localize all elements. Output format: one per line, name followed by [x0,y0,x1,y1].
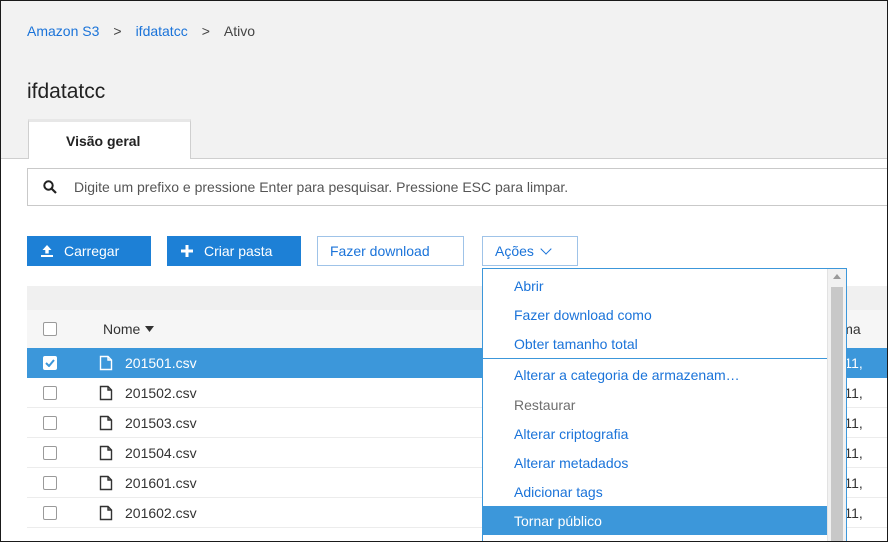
name-column-header[interactable]: Nome [103,321,140,337]
file-name[interactable]: 201502.csv [125,385,197,401]
row-checkbox[interactable] [43,356,57,370]
scrollbar-thumb[interactable] [831,287,843,541]
menu-item-change-encryption[interactable]: Alterar criptografia [483,419,828,448]
search-input[interactable] [72,178,887,196]
menu-item-make-public[interactable]: Tornar público [483,506,828,535]
file-name[interactable]: 201601.csv [125,475,197,491]
download-button[interactable]: Fazer download [317,236,464,266]
file-name[interactable]: 201503.csv [125,415,197,431]
breadcrumb: Amazon S3 > ifdatatcc > Ativo [27,23,255,39]
breadcrumb-current: Ativo [223,23,256,39]
create-folder-label: Criar pasta [204,243,273,259]
row-checkbox[interactable] [43,415,57,430]
menu-item-add-tags[interactable]: Adicionar tags [483,477,828,506]
file-icon [99,505,113,520]
menu-item-restore: Restaurar [514,396,576,413]
menu-divider [483,358,828,359]
tab-overview[interactable]: Visão geral [28,119,191,159]
scroll-up-icon[interactable] [833,274,841,279]
search-bar [27,168,887,206]
chevron-down-icon [540,242,552,255]
menu-item-get-total-size[interactable]: Obter tamanho total [483,329,828,358]
page-header: Amazon S3 > ifdatatcc > Ativo ifdatatcc … [1,1,887,159]
file-name[interactable]: 201602.csv [125,505,197,521]
file-icon [99,445,113,460]
breadcrumb-separator: > [201,23,210,39]
file-icon [99,475,113,490]
file-name[interactable]: 201501.csv [125,355,197,371]
row-checkbox[interactable] [43,445,57,460]
breadcrumb-amazon-s3[interactable]: Amazon S3 [27,23,99,39]
upload-button[interactable]: Carregar [27,236,151,266]
select-all-checkbox[interactable] [43,322,57,336]
upload-label: Carregar [64,243,120,259]
file-name[interactable]: 201504.csv [125,445,197,461]
actions-label: Ações [495,243,534,259]
file-icon [99,415,113,430]
upload-icon [41,245,53,257]
sort-down-icon[interactable] [145,326,155,332]
breadcrumb-bucket[interactable]: ifdatatcc [136,23,188,39]
checkmark-icon [45,359,55,367]
file-icon [99,385,113,400]
row-checkbox[interactable] [43,505,57,520]
search-icon [43,180,57,194]
plus-icon [181,245,193,257]
menu-item-open[interactable]: Abrir [483,271,828,300]
menu-item-change-storage-class[interactable]: Alterar a categoria de armazenam… [483,360,828,389]
row-checkbox[interactable] [43,385,57,400]
breadcrumb-separator: > [113,23,122,39]
menu-scrollbar[interactable] [827,269,846,541]
menu-item-change-metadata[interactable]: Alterar metadados [483,448,828,477]
app-window: Amazon S3 > ifdatatcc > Ativo ifdatatcc … [0,0,888,542]
menu-item-download-as[interactable]: Fazer download como [483,300,828,329]
create-folder-button[interactable]: Criar pasta [167,236,301,266]
row-checkbox[interactable] [43,475,57,490]
actions-menu: Abrir Fazer download como Obter tamanho … [482,268,847,541]
tab-divider [1,158,887,159]
page-title: ifdatatcc [27,80,106,103]
file-icon [99,355,113,371]
actions-dropdown-button[interactable]: Ações [482,236,578,266]
download-label: Fazer download [330,243,430,259]
